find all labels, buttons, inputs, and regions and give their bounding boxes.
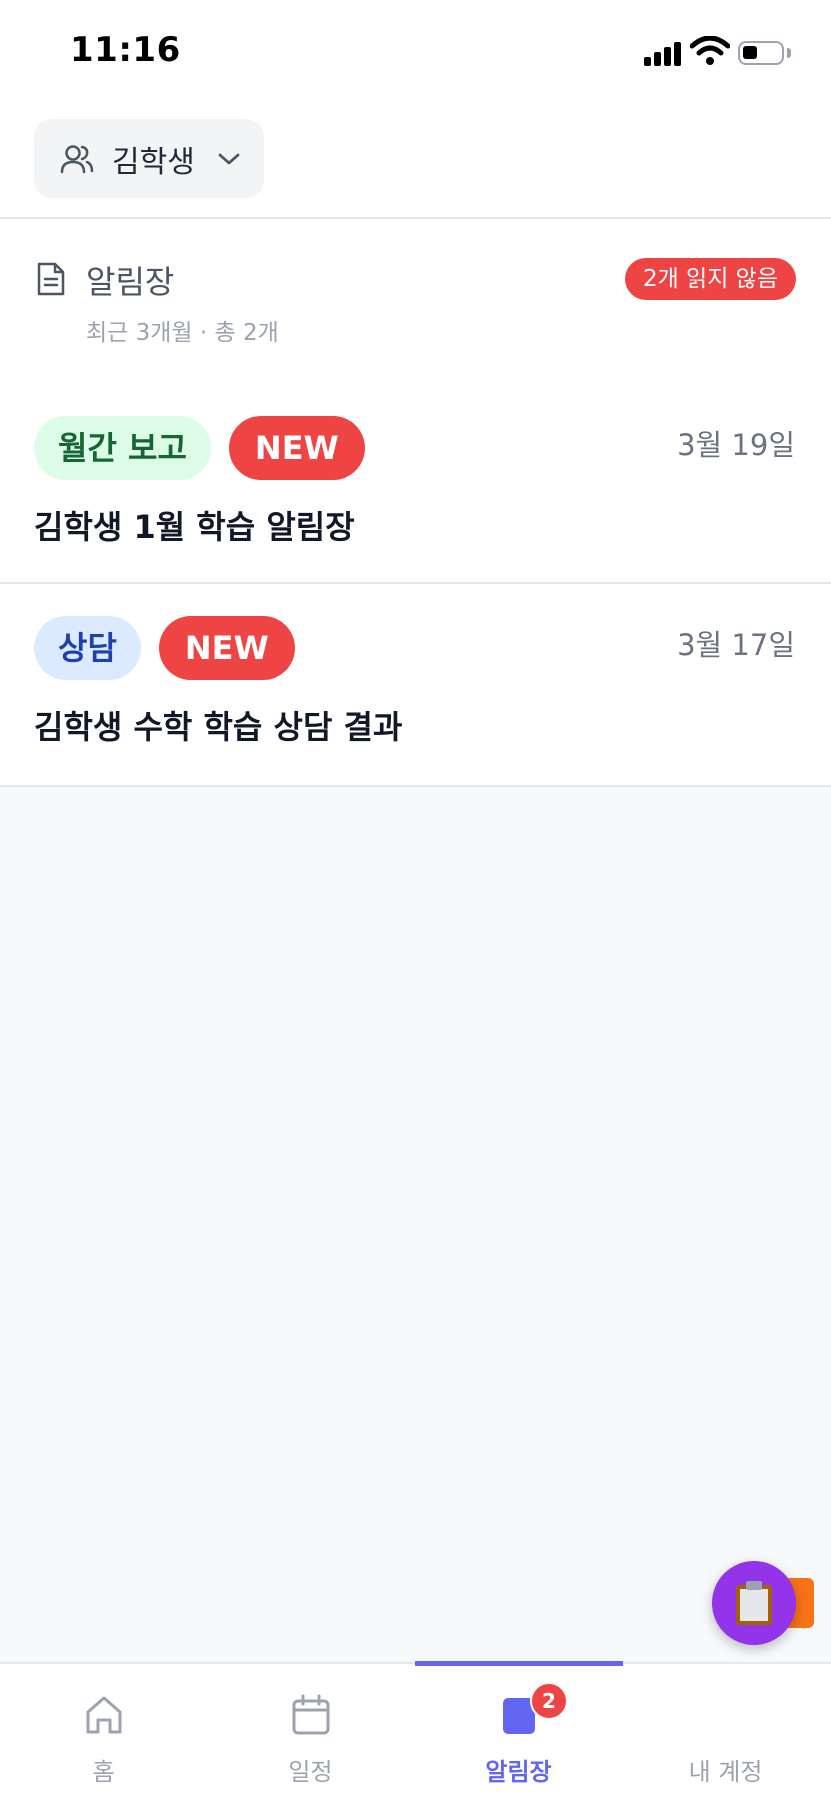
cellular-signal-icon [644,40,684,66]
bottom-tab-bar: 홈 일정 알림장 2 내 계정 [0,1661,831,1800]
calendar-icon [292,1694,329,1735]
tab-label: 일정 [288,1758,333,1786]
notice-section-header: 알림장 최근 3개월 · 총 2개 2개 읽지 않음 [0,219,831,379]
tab-label: 홈 [92,1758,115,1786]
category-tag: 월간 보고 [34,416,211,480]
battery-cap [787,48,791,58]
tab-home[interactable]: 홈 [0,1664,207,1800]
student-name: 김학생 [112,144,195,180]
section-subtitle: 최근 3개월 · 총 2개 [86,320,279,346]
clipboard-icon [736,1581,772,1625]
notice-item[interactable]: 월간 보고 NEW 3월 19일 김학생 1월 학습 알림장 [0,384,831,584]
status-bar: 11:16 [0,0,831,105]
notice-count-badge: 2 [530,1682,568,1720]
battery-icon [738,41,784,65]
tab-calendar[interactable]: 일정 [207,1664,414,1800]
notice-title: 김학생 1월 학습 알림장 [34,508,355,546]
home-icon [86,1696,121,1734]
chevron-down-icon [218,153,240,164]
status-time: 11:16 [70,30,181,70]
tab-label: 알림장 [485,1758,552,1786]
tab-notice[interactable]: 알림장 [415,1664,622,1800]
unread-badge: 2개 읽지 않음 [624,258,796,300]
section-title: 알림장 [86,263,175,301]
tab-label: 내 계정 [688,1758,763,1786]
notice-date: 3월 19일 [677,428,795,462]
clipboard-fab[interactable] [712,1561,796,1645]
new-badge: NEW [158,616,295,680]
new-badge: NEW [228,416,365,480]
document-icon [37,262,65,296]
notice-title: 김학생 수학 학습 상담 결과 [34,708,403,746]
empty-list-area [0,787,831,1662]
users-icon [60,144,94,173]
category-tag: 상담 [34,616,141,680]
notice-date: 3월 17일 [677,628,795,662]
tab-account[interactable]: 내 계정 [622,1664,829,1800]
wifi-icon [690,36,730,65]
student-selector[interactable]: 김학생 [34,119,264,198]
notice-item[interactable]: 상담 NEW 3월 17일 김학생 수학 학습 상담 결과 [0,584,831,787]
